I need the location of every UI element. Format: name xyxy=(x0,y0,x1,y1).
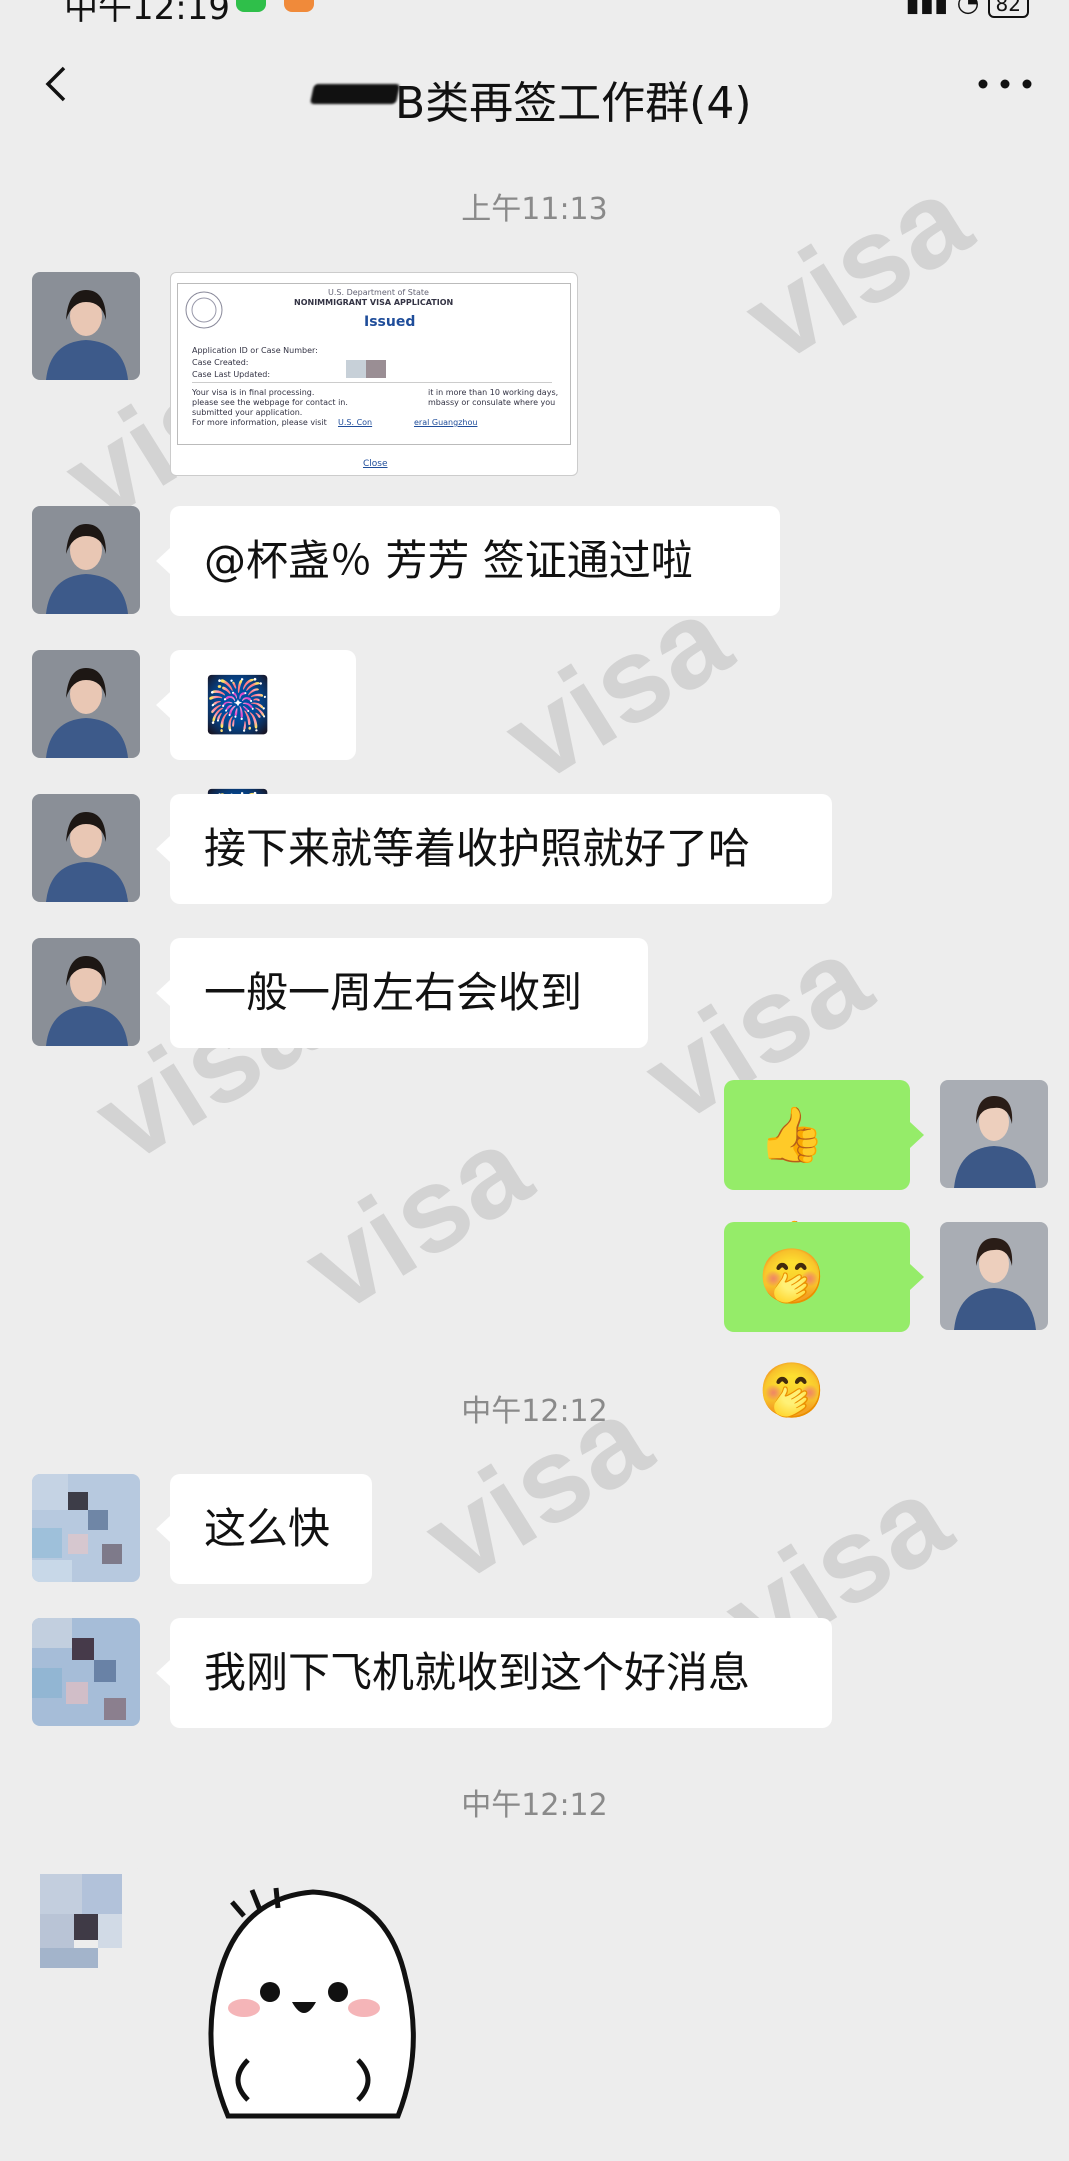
case-field-1: Application ID or Case Number: xyxy=(192,346,318,355)
message-bubble[interactable]: 🎆🎆 xyxy=(156,650,356,850)
battery-icon: 82 xyxy=(987,0,1029,18)
wifi-icon: ◔ xyxy=(956,0,980,18)
body-text: Your visa is in final processing. xyxy=(192,388,315,397)
message-bubble[interactable]: 一般一周左右会收到 xyxy=(156,938,648,1048)
message-text: 一般一周左右会收到 xyxy=(204,968,583,1017)
cute-blob-sticker[interactable] xyxy=(188,1880,438,2150)
message-timestamp: 中午12:12 xyxy=(461,1394,608,1429)
sender-avatar-pixelated[interactable] xyxy=(32,1866,140,1974)
status-bar: 中午12:19 ▮▮▮ ◔ 82 xyxy=(0,0,1069,28)
dept-label: U.S. Department of State xyxy=(328,288,429,297)
body-text: it in more than 10 working days, xyxy=(428,388,559,397)
message-bubble[interactable]: 这么快 xyxy=(156,1474,372,1584)
self-avatar[interactable] xyxy=(940,1222,1048,1330)
message-text: 接下来就等着收护照就好了哈 xyxy=(204,824,751,873)
sender-avatar-pixelated[interactable] xyxy=(32,1618,140,1726)
more-options-icon[interactable] xyxy=(977,72,1033,96)
message-bubble[interactable]: 接下来就等着收护照就好了哈 xyxy=(156,794,832,904)
message-text: 这么快 xyxy=(204,1504,331,1553)
sender-avatar[interactable] xyxy=(32,794,140,902)
self-avatar[interactable] xyxy=(940,1080,1048,1188)
watermark: visa xyxy=(282,1100,552,1338)
wechat-notification-icon xyxy=(236,0,266,12)
message-timestamp: 上午11:13 xyxy=(461,192,608,227)
body-text: For more information, please visit xyxy=(192,418,327,427)
state-department-seal-icon xyxy=(185,291,223,329)
message-bubble[interactable]: @杯盏％ 芳芳 签证通过啦 xyxy=(156,506,780,616)
message-bubble[interactable]: 我刚下飞机就收到这个好消息 xyxy=(156,1618,832,1728)
application-title: NONIMMIGRANT VISA APPLICATION xyxy=(294,298,454,307)
sender-avatar[interactable] xyxy=(32,938,140,1046)
message-timestamp: 中午12:12 xyxy=(461,1788,608,1823)
status-icons: ▮▮▮ ◔ 82 xyxy=(905,0,1029,18)
redaction-block xyxy=(346,360,386,378)
chat-title: B类再签工作群(4) xyxy=(395,78,752,129)
body-text: mbassy or consulate where you xyxy=(428,398,556,407)
signal-icon: ▮▮▮ xyxy=(905,0,949,18)
message-text: 我刚下飞机就收到这个好消息 xyxy=(204,1648,751,1697)
sender-avatar[interactable] xyxy=(32,506,140,614)
consulate-link: eral Guangzhou xyxy=(414,418,478,427)
self-message-bubble[interactable]: 👍👍 xyxy=(724,1080,924,1280)
body-text: please see the webpage for contact in. xyxy=(192,398,348,407)
case-field-2: Case Created: xyxy=(192,358,249,367)
message-text: @杯盏％ 芳芳 签证通过啦 xyxy=(204,536,693,585)
self-message-bubble[interactable]: 🤭🤭 xyxy=(724,1222,924,1422)
close-link: Close xyxy=(363,459,388,469)
visa-status: Issued xyxy=(364,314,416,330)
divider xyxy=(192,382,552,383)
consulate-link: U.S. Con xyxy=(338,418,373,427)
sender-avatar[interactable] xyxy=(32,650,140,758)
sender-avatar-pixelated[interactable] xyxy=(32,1474,140,1582)
visa-status-screenshot: U.S. Department of State NONIMMIGRANT VI… xyxy=(177,283,571,445)
app-notification-icon xyxy=(284,0,314,12)
title-redaction xyxy=(309,84,401,104)
chat-header: B类再签工作群(4) xyxy=(0,22,1069,152)
case-field-3: Case Last Updated: xyxy=(192,370,271,379)
body-text: submitted your application. xyxy=(192,408,303,417)
sender-avatar[interactable] xyxy=(32,272,140,380)
back-arrow-icon[interactable] xyxy=(36,64,76,104)
image-message[interactable]: U.S. Department of State NONIMMIGRANT VI… xyxy=(170,272,578,476)
